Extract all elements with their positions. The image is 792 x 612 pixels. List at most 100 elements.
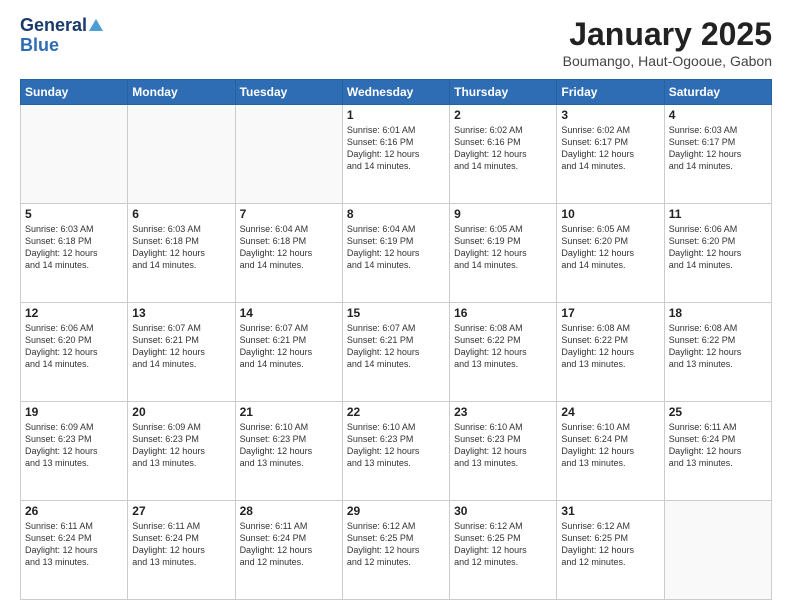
calendar-weekday-monday: Monday xyxy=(128,80,235,105)
day-number: 19 xyxy=(25,405,123,419)
day-info: Sunrise: 6:08 AM Sunset: 6:22 PM Dayligh… xyxy=(669,322,767,371)
day-number: 9 xyxy=(454,207,552,221)
day-number: 25 xyxy=(669,405,767,419)
day-number: 12 xyxy=(25,306,123,320)
calendar-cell xyxy=(128,105,235,204)
calendar-cell: 10Sunrise: 6:05 AM Sunset: 6:20 PM Dayli… xyxy=(557,204,664,303)
day-info: Sunrise: 6:09 AM Sunset: 6:23 PM Dayligh… xyxy=(25,421,123,470)
day-info: Sunrise: 6:10 AM Sunset: 6:24 PM Dayligh… xyxy=(561,421,659,470)
calendar-cell: 27Sunrise: 6:11 AM Sunset: 6:24 PM Dayli… xyxy=(128,501,235,600)
day-number: 23 xyxy=(454,405,552,419)
day-info: Sunrise: 6:02 AM Sunset: 6:17 PM Dayligh… xyxy=(561,124,659,173)
calendar-week-1: 5 Sunrise: 6:03 AM Sunset: 6:18 PM Daylig… xyxy=(21,204,772,303)
calendar-cell: 4Sunrise: 6:03 AM Sunset: 6:17 PM Daylig… xyxy=(664,105,771,204)
day-info: Sunrise: 6:03 AM Sunset: 6:17 PM Dayligh… xyxy=(669,124,767,173)
calendar-weekday-tuesday: Tuesday xyxy=(235,80,342,105)
day-number: 5 xyxy=(25,207,123,221)
day-number: 29 xyxy=(347,504,445,518)
calendar-cell: 24 Sunrise: 6:10 AM Sunset: 6:24 PM Dayli… xyxy=(557,402,664,501)
calendar-week-0: 1Sunrise: 6:01 AM Sunset: 6:16 PM Daylig… xyxy=(21,105,772,204)
day-info: Sunrise: 6:02 AM Sunset: 6:16 PM Dayligh… xyxy=(454,124,552,173)
day-info: Sunrise: 6:09 AM Sunset: 6:23 PM Dayligh… xyxy=(132,421,230,470)
day-number: 20 xyxy=(132,405,230,419)
day-number: 3 xyxy=(561,108,659,122)
calendar-weekday-sunday: Sunday xyxy=(21,80,128,105)
calendar-cell: 18 Sunrise: 6:08 AM Sunset: 6:22 PM Dayli… xyxy=(664,303,771,402)
day-info: Sunrise: 6:06 AM Sunset: 6:20 PM Dayligh… xyxy=(25,322,123,371)
calendar-cell: 28 Sunrise: 6:11 AM Sunset: 6:24 PM Dayli… xyxy=(235,501,342,600)
calendar-cell: 26 Sunrise: 6:11 AM Sunset: 6:24 PM Dayli… xyxy=(21,501,128,600)
day-number: 18 xyxy=(669,306,767,320)
day-number: 24 xyxy=(561,405,659,419)
day-info: Sunrise: 6:10 AM Sunset: 6:23 PM Dayligh… xyxy=(240,421,338,470)
calendar-cell: 12 Sunrise: 6:06 AM Sunset: 6:20 PM Dayli… xyxy=(21,303,128,402)
day-info: Sunrise: 6:12 AM Sunset: 6:25 PM Dayligh… xyxy=(347,520,445,569)
calendar-cell: 19 Sunrise: 6:09 AM Sunset: 6:23 PM Dayli… xyxy=(21,402,128,501)
day-info: Sunrise: 6:11 AM Sunset: 6:24 PM Dayligh… xyxy=(669,421,767,470)
calendar-week-2: 12 Sunrise: 6:06 AM Sunset: 6:20 PM Dayli… xyxy=(21,303,772,402)
day-number: 15 xyxy=(347,306,445,320)
calendar-table: SundayMondayTuesdayWednesdayThursdayFrid… xyxy=(20,79,772,600)
day-number: 28 xyxy=(240,504,338,518)
calendar-cell: 22Sunrise: 6:10 AM Sunset: 6:23 PM Dayli… xyxy=(342,402,449,501)
page: General Blue January 2025 Boumango, Haut… xyxy=(0,0,792,612)
calendar-cell: 15 Sunrise: 6:07 AM Sunset: 6:21 PM Dayli… xyxy=(342,303,449,402)
month-title: January 2025 xyxy=(563,16,772,53)
calendar-cell: 9 Sunrise: 6:05 AM Sunset: 6:19 PM Daylig… xyxy=(450,204,557,303)
day-info: Sunrise: 6:04 AM Sunset: 6:18 PM Dayligh… xyxy=(240,223,338,272)
calendar-cell: 21 Sunrise: 6:10 AM Sunset: 6:23 PM Dayli… xyxy=(235,402,342,501)
calendar-cell: 13Sunrise: 6:07 AM Sunset: 6:21 PM Dayli… xyxy=(128,303,235,402)
calendar-cell: 5Sunrise: 6:03 AM Sunset: 6:18 PM Daylig… xyxy=(21,204,128,303)
calendar-week-4: 26 Sunrise: 6:11 AM Sunset: 6:24 PM Dayli… xyxy=(21,501,772,600)
day-info: Sunrise: 6:12 AM Sunset: 6:25 PM Dayligh… xyxy=(454,520,552,569)
day-info: Sunrise: 6:05 AM Sunset: 6:19 PM Dayligh… xyxy=(454,223,552,272)
day-info: Sunrise: 6:10 AM Sunset: 6:23 PM Dayligh… xyxy=(347,421,445,470)
logo-blue: Blue xyxy=(20,36,59,56)
day-number: 26 xyxy=(25,504,123,518)
calendar-cell: 7 Sunrise: 6:04 AM Sunset: 6:18 PM Daylig… xyxy=(235,204,342,303)
calendar-cell xyxy=(21,105,128,204)
day-info: Sunrise: 6:11 AM Sunset: 6:24 PM Dayligh… xyxy=(25,520,123,569)
day-number: 30 xyxy=(454,504,552,518)
calendar-cell: 1Sunrise: 6:01 AM Sunset: 6:16 PM Daylig… xyxy=(342,105,449,204)
calendar-cell: 25 Sunrise: 6:11 AM Sunset: 6:24 PM Dayli… xyxy=(664,402,771,501)
calendar-weekday-saturday: Saturday xyxy=(664,80,771,105)
calendar-cell: 30 Sunrise: 6:12 AM Sunset: 6:25 PM Dayli… xyxy=(450,501,557,600)
day-number: 17 xyxy=(561,306,659,320)
day-info: Sunrise: 6:08 AM Sunset: 6:22 PM Dayligh… xyxy=(561,322,659,371)
day-info: Sunrise: 6:01 AM Sunset: 6:16 PM Dayligh… xyxy=(347,124,445,173)
calendar-cell: 17 Sunrise: 6:08 AM Sunset: 6:22 PM Dayli… xyxy=(557,303,664,402)
header: General Blue January 2025 Boumango, Haut… xyxy=(20,16,772,69)
day-number: 7 xyxy=(240,207,338,221)
day-number: 31 xyxy=(561,504,659,518)
day-number: 21 xyxy=(240,405,338,419)
day-info: Sunrise: 6:04 AM Sunset: 6:19 PM Dayligh… xyxy=(347,223,445,272)
calendar-week-3: 19 Sunrise: 6:09 AM Sunset: 6:23 PM Dayli… xyxy=(21,402,772,501)
calendar-weekday-thursday: Thursday xyxy=(450,80,557,105)
calendar-cell: 11Sunrise: 6:06 AM Sunset: 6:20 PM Dayli… xyxy=(664,204,771,303)
calendar-cell: 2Sunrise: 6:02 AM Sunset: 6:16 PM Daylig… xyxy=(450,105,557,204)
calendar-cell: 20 Sunrise: 6:09 AM Sunset: 6:23 PM Dayli… xyxy=(128,402,235,501)
day-number: 6 xyxy=(132,207,230,221)
day-number: 11 xyxy=(669,207,767,221)
calendar-weekday-wednesday: Wednesday xyxy=(342,80,449,105)
day-number: 14 xyxy=(240,306,338,320)
calendar-cell: 14Sunrise: 6:07 AM Sunset: 6:21 PM Dayli… xyxy=(235,303,342,402)
day-info: Sunrise: 6:11 AM Sunset: 6:24 PM Dayligh… xyxy=(240,520,338,569)
title-area: January 2025 Boumango, Haut-Ogooue, Gabo… xyxy=(563,16,772,69)
calendar-cell: 31Sunrise: 6:12 AM Sunset: 6:25 PM Dayli… xyxy=(557,501,664,600)
day-info: Sunrise: 6:07 AM Sunset: 6:21 PM Dayligh… xyxy=(347,322,445,371)
calendar-cell: 3 Sunrise: 6:02 AM Sunset: 6:17 PM Daylig… xyxy=(557,105,664,204)
calendar-header-row: SundayMondayTuesdayWednesdayThursdayFrid… xyxy=(21,80,772,105)
calendar-cell: 29 Sunrise: 6:12 AM Sunset: 6:25 PM Dayli… xyxy=(342,501,449,600)
location-title: Boumango, Haut-Ogooue, Gabon xyxy=(563,53,772,69)
day-info: Sunrise: 6:03 AM Sunset: 6:18 PM Dayligh… xyxy=(132,223,230,272)
day-number: 13 xyxy=(132,306,230,320)
calendar-cell: 6 Sunrise: 6:03 AM Sunset: 6:18 PM Daylig… xyxy=(128,204,235,303)
day-number: 16 xyxy=(454,306,552,320)
calendar-cell: 16Sunrise: 6:08 AM Sunset: 6:22 PM Dayli… xyxy=(450,303,557,402)
logo: General Blue xyxy=(20,16,105,56)
calendar-cell: 23Sunrise: 6:10 AM Sunset: 6:23 PM Dayli… xyxy=(450,402,557,501)
day-number: 10 xyxy=(561,207,659,221)
calendar-cell xyxy=(235,105,342,204)
